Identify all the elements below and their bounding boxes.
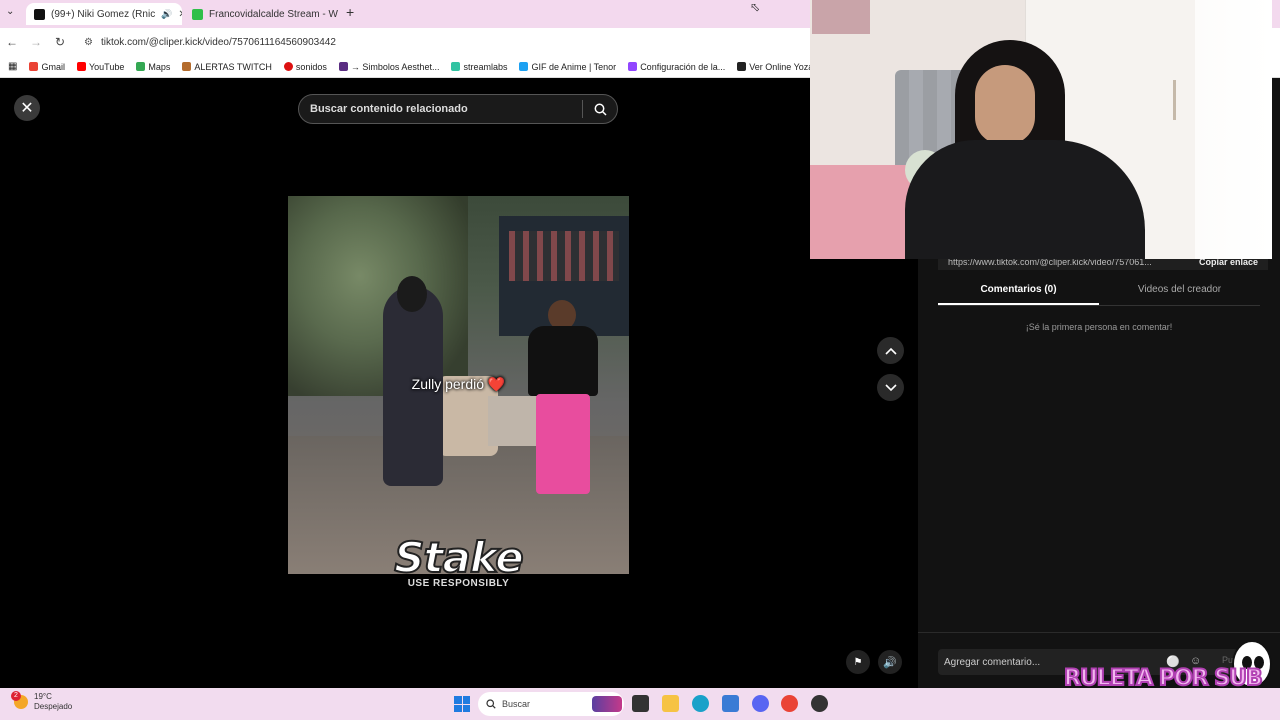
sponsor-logo: Stake USE RESPONSIBLY <box>288 532 629 589</box>
search-highlight-icon <box>592 696 622 712</box>
bookmark-maps[interactable]: Maps <box>136 62 170 72</box>
new-tab-button[interactable]: + <box>346 4 354 20</box>
comment-placeholder: Agregar comentario... <box>944 656 1041 668</box>
close-icon: ✕ <box>20 100 34 117</box>
video-person-right <box>528 300 598 496</box>
report-button[interactable]: ⚑ <box>846 650 870 674</box>
video-caption: Zully perdió ❤️ <box>288 376 629 393</box>
video-windows <box>509 231 619 281</box>
volume-button[interactable]: 🔊 <box>878 650 902 674</box>
bookmark-tenor[interactable]: GIF de Anime | Tenor <box>519 62 616 72</box>
panel-tabs: Comentarios (0) Videos del creador <box>938 284 1260 306</box>
tab-tiktok[interactable]: (99+) Niki Gomez (Rnic 🔊 ✕ <box>26 3 182 25</box>
close-video-button[interactable]: ✕ <box>14 95 40 121</box>
chevron-down-icon <box>884 383 897 391</box>
mouse-cursor-icon: ⬁ <box>750 0 761 14</box>
bookmark-youtube[interactable]: YouTube <box>76 62 124 72</box>
tab-menu-icon[interactable]: ⌄ <box>6 6 14 17</box>
anime-icon <box>737 62 747 71</box>
youtube-icon <box>76 62 86 71</box>
previous-video-button[interactable] <box>877 337 904 364</box>
file-explorer-icon[interactable] <box>662 695 679 712</box>
caption-text: Zully perdió <box>411 376 485 392</box>
overlay-text: RULETA POR SUB <box>1063 665 1264 692</box>
maps-icon <box>136 62 146 71</box>
video-player[interactable]: Zully perdió ❤️ <box>288 196 629 574</box>
address-bar[interactable]: ⚙ tiktok.com/@cliper.kick/video/75706111… <box>84 32 804 52</box>
tab-label: Francovidalcalde Stream - W <box>209 8 338 20</box>
webcam-overlay <box>810 0 1272 259</box>
tab-kick[interactable]: Francovidalcalde Stream - W ✕ <box>184 3 340 25</box>
bookmark-sonidos[interactable]: sonidos <box>283 62 327 72</box>
task-view-icon[interactable] <box>632 695 649 712</box>
back-button[interactable]: ← <box>0 35 24 49</box>
bookmark-alertas[interactable]: ALERTAS TWITCH <box>182 62 272 72</box>
tab-label: (99+) Niki Gomez (Rnic <box>51 8 156 20</box>
temperature: 19°C <box>34 692 52 701</box>
heart-icon: ❤️ <box>487 376 506 392</box>
gif-icon <box>519 62 529 71</box>
tab-comments[interactable]: Comentarios (0) <box>938 284 1099 305</box>
tab-creator-videos[interactable]: Videos del creador <box>1099 284 1260 305</box>
search-icon <box>486 699 496 709</box>
tiktok-icon <box>34 8 45 20</box>
sound-icon <box>283 62 293 71</box>
next-video-button[interactable] <box>877 374 904 401</box>
chrome-icon[interactable] <box>781 695 798 712</box>
symbols-icon <box>338 62 348 71</box>
sponsor-subtext: USE RESPONSIBLY <box>407 578 510 589</box>
volume-icon: 🔊 <box>883 656 897 669</box>
weather-widget[interactable]: 2 19°C Despejado <box>11 691 73 712</box>
gmail-icon <box>29 62 39 71</box>
apps-icon[interactable]: ▦ <box>8 61 17 72</box>
snipping-tool-icon[interactable] <box>722 695 739 712</box>
flag-icon: ⚑ <box>853 656 863 668</box>
bookmark-streamlabs[interactable]: streamlabs <box>451 62 507 72</box>
weather-status: Despejado <box>34 702 73 711</box>
alert-icon <box>182 62 192 71</box>
bookmark-config[interactable]: Configuración de la... <box>628 62 725 72</box>
stream-overlay: RULETA POR SUB <box>1063 640 1280 720</box>
audio-icon[interactable]: 🔊 <box>161 9 172 20</box>
reload-button[interactable]: ↻ <box>48 35 72 49</box>
streamlabs-icon <box>451 62 461 71</box>
obs-icon[interactable] <box>811 695 828 712</box>
bookmark-gmail[interactable]: Gmail <box>29 62 65 72</box>
edge-icon[interactable] <box>692 695 709 712</box>
taskbar-search-label: Buscar <box>502 699 531 709</box>
weather-icon: 2 <box>11 691 28 709</box>
start-button[interactable] <box>454 696 470 712</box>
stake-logo: Stake <box>393 532 525 583</box>
bookmark-simbolos[interactable]: → Simbolos Aesthet... <box>338 62 439 72</box>
forward-button[interactable]: → <box>24 35 48 49</box>
chevron-up-icon <box>884 347 897 355</box>
search-input[interactable]: Buscar contenido relacionado <box>299 103 582 115</box>
discord-icon[interactable] <box>752 695 769 712</box>
search-bar[interactable]: Buscar contenido relacionado <box>298 94 618 124</box>
twitch-icon <box>628 62 638 71</box>
close-tab-icon[interactable]: ✕ <box>178 9 182 20</box>
wall-poster <box>812 0 870 34</box>
empty-comments-text: ¡Sé la primera persona en comentar! <box>1025 322 1173 332</box>
url-text: tiktok.com/@cliper.kick/video/7570611164… <box>100 36 336 48</box>
kick-icon <box>192 8 203 20</box>
taskbar-search[interactable]: Buscar <box>478 692 624 716</box>
screen: ⌄ (99+) Niki Gomez (Rnic 🔊 ✕ Francovidal… <box>0 0 1280 720</box>
site-info-icon[interactable]: ⚙ <box>84 37 93 48</box>
notification-badge: 2 <box>11 691 21 701</box>
search-icon[interactable] <box>583 103 617 116</box>
